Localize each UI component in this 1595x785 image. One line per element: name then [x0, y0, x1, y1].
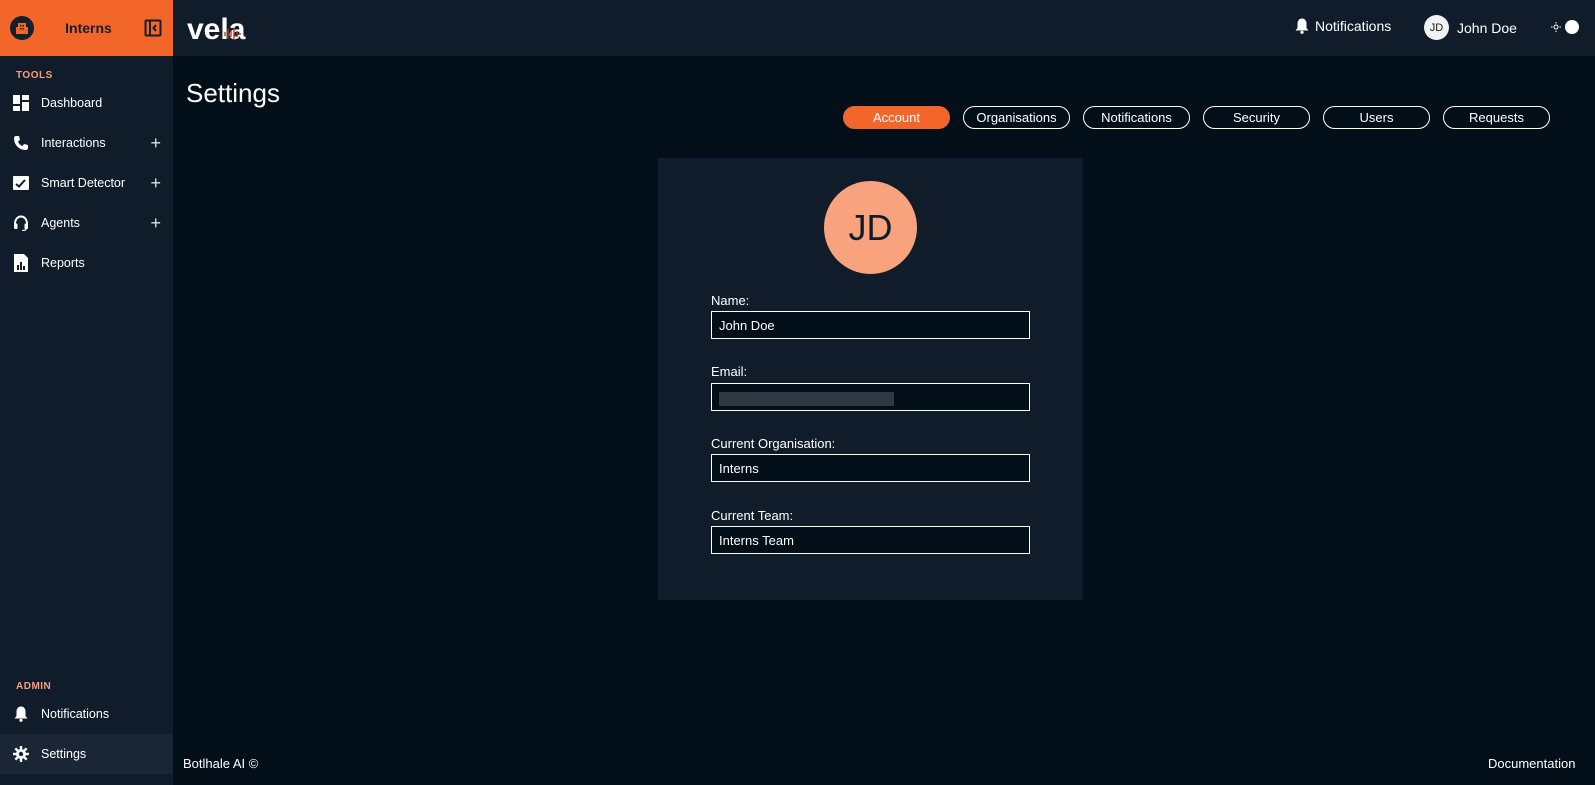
tab-security[interactable]: Security: [1203, 106, 1310, 129]
user-menu[interactable]: JD John Doe: [1424, 15, 1517, 40]
report-icon: [12, 254, 30, 272]
organisation-field[interactable]: [711, 454, 1030, 482]
org-header[interactable]: Interns: [0, 0, 173, 56]
admin-section-label: ADMIN: [16, 681, 52, 692]
sidebar-item-label: Dashboard: [41, 96, 103, 110]
logo-text: vela: [187, 13, 246, 44]
bell-icon: [12, 705, 30, 723]
plus-icon[interactable]: +: [150, 214, 161, 232]
tab-organisations[interactable]: Organisations: [963, 106, 1070, 129]
email-label: Email:: [711, 364, 748, 379]
sidebar-item-label: Reports: [41, 256, 85, 270]
vela-logo[interactable]: vela: [187, 12, 277, 44]
sun-icon: [1551, 22, 1561, 32]
page-title: Settings: [186, 78, 280, 108]
sidebar-item-label: Smart Detector: [41, 176, 126, 190]
collapse-sidebar-icon[interactable]: [143, 18, 163, 38]
organisation-label: Current Organisation:: [711, 436, 836, 451]
sidebar: Interns TOOLS Dashboard Interactions + S…: [0, 0, 173, 785]
sidebar-item-label: Notifications: [41, 707, 110, 721]
tab-notifications[interactable]: Notifications: [1083, 106, 1190, 129]
headset-icon: [12, 214, 30, 232]
theme-toggle[interactable]: [1551, 20, 1579, 34]
user-name: John Doe: [1457, 19, 1517, 36]
sidebar-item-notifications[interactable]: Notifications: [0, 694, 173, 734]
plus-icon[interactable]: +: [150, 174, 161, 192]
org-name: Interns: [65, 20, 112, 36]
name-field[interactable]: [711, 311, 1030, 339]
chart-check-icon: [12, 174, 30, 192]
sidebar-item-settings[interactable]: Settings: [0, 734, 173, 774]
team-label: Current Team:: [711, 508, 794, 523]
sidebar-item-label: Interactions: [41, 136, 106, 150]
tab-requests[interactable]: Requests: [1443, 106, 1550, 129]
sidebar-item-label: Agents: [41, 216, 80, 230]
toggle-knob: [1565, 20, 1579, 34]
sidebar-item-reports[interactable]: Reports: [0, 243, 173, 283]
tab-account[interactable]: Account: [843, 106, 950, 129]
notifications-link[interactable]: Notifications: [1295, 18, 1391, 34]
settings-tabs: Account Organisations Notifications Secu…: [843, 106, 1563, 129]
sidebar-item-interactions[interactable]: Interactions +: [0, 123, 173, 163]
gear-icon: [12, 745, 30, 763]
team-field[interactable]: [711, 526, 1030, 554]
sidebar-item-label: Settings: [41, 747, 87, 761]
sidebar-item-smart-detector[interactable]: Smart Detector +: [0, 163, 173, 203]
footer-copyright: Botlhale AI ©: [183, 756, 259, 771]
tab-users[interactable]: Users: [1323, 106, 1430, 129]
notifications-label: Notifications: [1315, 18, 1392, 34]
avatar: JD: [1424, 15, 1449, 40]
plus-icon[interactable]: +: [150, 134, 161, 152]
dashboard-icon: [12, 94, 30, 112]
name-label: Name:: [711, 293, 750, 308]
sidebar-item-dashboard[interactable]: Dashboard: [0, 83, 173, 123]
tools-section-label: TOOLS: [16, 70, 53, 81]
account-card: JD Name: Email: Current Organisation: Cu…: [658, 158, 1083, 600]
bell-icon: [1295, 18, 1309, 34]
redacted-email: [719, 392, 894, 406]
profile-avatar: JD: [824, 181, 917, 274]
phone-icon: [12, 134, 30, 152]
building-icon: [10, 16, 34, 40]
top-bar: vela Notifications JD John Doe: [173, 0, 1595, 56]
sidebar-item-agents[interactable]: Agents +: [0, 203, 173, 243]
documentation-link[interactable]: Documentation: [1488, 756, 1575, 771]
